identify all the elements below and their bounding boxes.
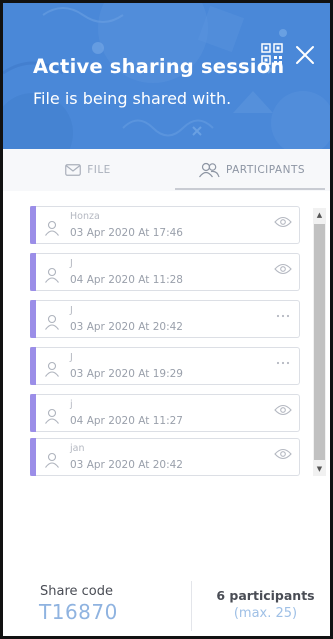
list-item[interactable]: J 04 Apr 2020 At 11:28 <box>30 253 300 291</box>
share-code-label: Share code <box>40 584 113 599</box>
eye-icon[interactable] <box>274 404 292 416</box>
session-header: Active sharing session File is being sha… <box>3 3 330 149</box>
list-item[interactable]: jan 03 Apr 2020 At 20:42 <box>30 438 300 476</box>
tab-file[interactable]: FILE <box>3 149 173 191</box>
sharing-session-panel: Active sharing session File is being sha… <box>0 0 333 639</box>
eye-icon[interactable] <box>274 216 292 228</box>
participant-name: Honza <box>70 211 100 222</box>
close-icon[interactable] <box>293 43 317 67</box>
item-accent-bar <box>30 394 36 432</box>
list-item[interactable]: j 04 Apr 2020 At 11:27 <box>30 394 300 432</box>
qr-code-icon[interactable] <box>261 43 283 65</box>
session-title: Active sharing session <box>33 55 285 78</box>
participant-date: 03 Apr 2020 At 20:42 <box>70 321 183 333</box>
more-icon[interactable] <box>274 357 292 369</box>
people-icon <box>198 162 220 178</box>
participant-name: J <box>70 352 73 363</box>
person-icon <box>45 267 59 283</box>
list-item[interactable]: J 03 Apr 2020 At 20:42 <box>30 300 300 338</box>
person-icon <box>45 220 59 236</box>
participant-name: j <box>70 399 73 410</box>
item-accent-bar <box>30 300 36 338</box>
scroll-up-arrow-icon[interactable]: ▲ <box>313 208 326 222</box>
item-accent-bar <box>30 347 36 385</box>
eye-icon[interactable] <box>274 263 292 275</box>
scroll-thumb[interactable] <box>314 224 325 460</box>
person-icon <box>45 408 59 424</box>
item-accent-bar <box>30 438 36 476</box>
tab-participants[interactable]: PARTICIPANTS <box>173 149 330 191</box>
footer-divider <box>191 581 192 631</box>
person-icon <box>45 452 59 468</box>
participant-date: 04 Apr 2020 At 11:28 <box>70 274 183 286</box>
participant-date: 03 Apr 2020 At 19:29 <box>70 368 183 380</box>
tab-bar: FILE PARTICIPANTS <box>3 149 330 191</box>
participant-name: J <box>70 258 73 269</box>
list-item[interactable]: J 03 Apr 2020 At 19:29 <box>30 347 300 385</box>
participant-date: 03 Apr 2020 At 20:42 <box>70 459 183 471</box>
participant-name: J <box>70 305 73 316</box>
session-subtitle: File is being shared with. <box>33 89 232 108</box>
more-icon[interactable] <box>274 310 292 322</box>
participants-count: 6 participants <box>216 588 315 603</box>
participants-max: (max. 25) <box>233 606 298 621</box>
participant-date: 03 Apr 2020 At 17:46 <box>70 227 183 239</box>
item-accent-bar <box>30 206 36 244</box>
share-code-value: T16870 <box>39 600 118 624</box>
person-icon <box>45 361 59 377</box>
scroll-down-arrow-icon[interactable]: ▼ <box>313 462 326 476</box>
eye-icon[interactable] <box>274 448 292 460</box>
item-accent-bar <box>30 253 36 291</box>
tab-file-label: FILE <box>87 164 111 176</box>
person-icon <box>45 314 59 330</box>
tab-participants-label: PARTICIPANTS <box>225 164 306 176</box>
envelope-icon <box>65 164 82 176</box>
participant-date: 04 Apr 2020 At 11:27 <box>70 415 183 427</box>
list-item[interactable]: Honza 03 Apr 2020 At 17:46 <box>30 206 300 244</box>
participant-name: jan <box>70 443 85 454</box>
active-tab-indicator <box>175 188 325 190</box>
list-scrollbar[interactable]: ▲ ▼ <box>313 208 326 476</box>
